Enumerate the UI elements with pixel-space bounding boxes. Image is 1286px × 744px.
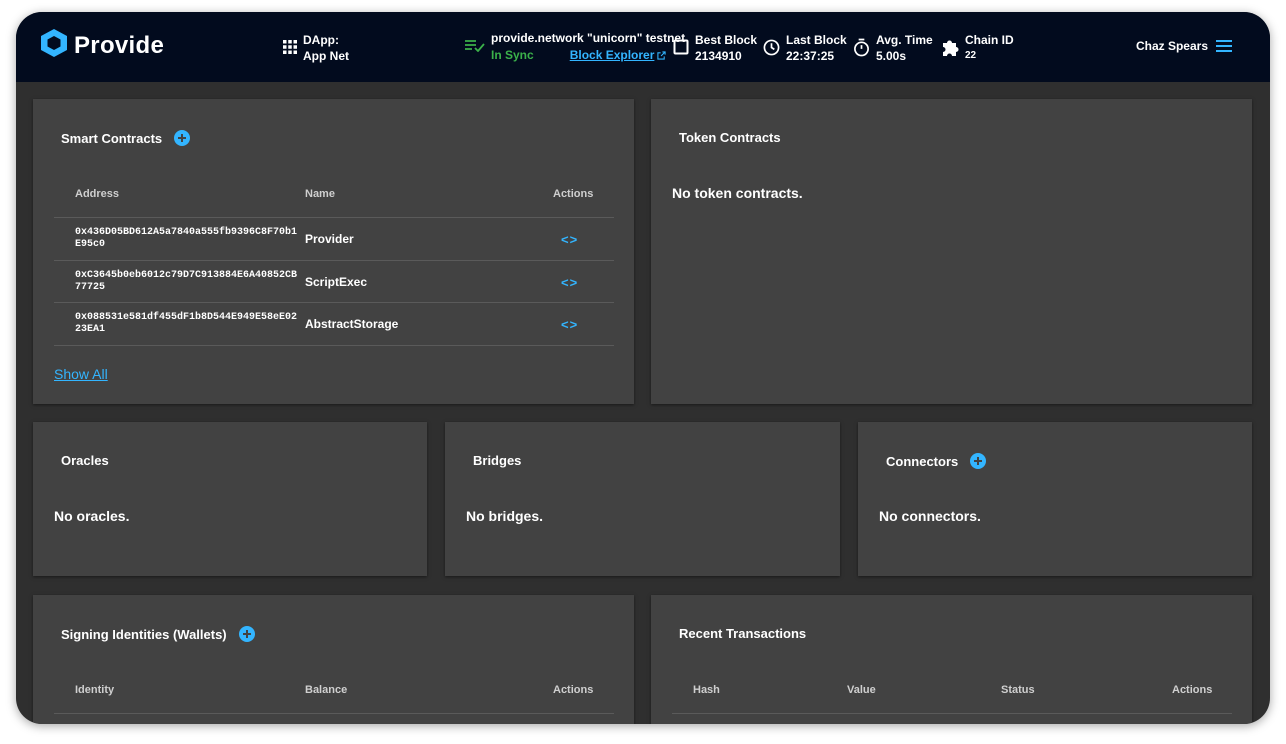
column-header-balance: Balance [305,684,348,696]
bridges-header: Bridges [473,453,521,468]
top-navigation-bar: Provide DApp: App Net provide.network "u… [16,12,1270,82]
oracles-panel: Oracles No oracles. [33,422,427,576]
contract-name: ScriptExec [305,275,368,289]
token-contracts-panel: Token Contracts No token contracts. [651,99,1252,404]
logo-text: Provide [74,31,165,59]
divider [672,713,1232,714]
add-connector-button[interactable] [970,453,987,469]
block-explorer-link[interactable]: Block Explorer [570,47,655,63]
contract-address: 0x436D05BD612A5a7840a555fb9396C8F70b1E95… [75,227,298,250]
last-block-value: 22:37:25 [786,49,835,63]
contract-address: 0xC3645b0eb6012c79D7C913884E6A40852CB777… [75,270,298,293]
column-header-value: Value [847,684,876,696]
add-wallet-button[interactable] [238,626,255,642]
recent-transactions-title: Recent Transactions [679,626,807,641]
user-menu[interactable]: Chaz Spears [1136,39,1232,53]
code-icon[interactable]: <> [561,317,578,332]
sync-list-icon [465,40,485,56]
connectors-header: Connectors [886,453,987,469]
smart-contracts-panel: Smart Contracts Address Name Actions 0x4… [33,99,634,404]
table-row: 0x088531e581df455dF1b8D544E949E58eE0223E… [54,302,614,346]
add-contract-button[interactable] [174,130,191,146]
recent-transactions-header: Recent Transactions [679,626,806,641]
signing-identities-header: Signing Identities (Wallets) [61,626,255,642]
empty-message: No bridges. [466,508,544,524]
avg-time-label: Avg. Time [876,33,933,47]
column-header-status: Status [1001,684,1035,696]
last-block: Last Block 22:37:25 [763,32,847,64]
chain-id: Chain ID 22 [941,32,1014,64]
code-icon[interactable]: <> [561,232,578,247]
connectors-title: Connectors [886,453,959,469]
menu-icon[interactable] [1216,40,1232,52]
stopwatch-icon [853,38,870,61]
oracles-title: Oracles [61,453,109,468]
oracles-header: Oracles [61,453,109,468]
table-row: 0xC3645b0eb6012c79D7C913884E6A40852CB777… [54,260,614,303]
dapp-value: App Net [303,49,349,63]
column-header-hash: Hash [693,684,720,696]
avg-time-value: 5.00s [876,49,907,63]
column-header-actions: Actions [553,188,594,200]
network-name: provide.network "unicorn" testnet [491,31,686,45]
empty-message: No token contracts. [672,185,803,201]
block-square-icon [673,39,689,59]
chain-id-value: 22 [965,50,977,61]
best-block-label: Best Block [695,33,758,47]
bridges-panel: Bridges No bridges. [445,422,840,576]
dapp-selector[interactable]: DApp: App Net [283,32,349,64]
network-status: provide.network "unicorn" testnet In Syn… [465,30,685,64]
column-header-actions: Actions [553,684,594,696]
smart-contracts-title: Smart Contracts [61,130,163,146]
smart-contracts-header: Smart Contracts [61,130,191,146]
empty-message: No oracles. [54,508,130,524]
dapp-label: DApp: [303,33,339,47]
show-all-link[interactable]: Show All [54,366,108,382]
table-row: 0x436D05BD612A5a7840a555fb9396C8F70b1E95… [54,217,614,260]
column-header-name: Name [305,188,335,200]
column-header-actions: Actions [1172,684,1213,696]
clock-icon [763,39,780,60]
best-block: Best Block 2134910 [673,32,757,64]
contract-address: 0x088531e581df455dF1b8D544E949E58eE0223E… [75,312,298,335]
bridges-title: Bridges [473,453,522,468]
sync-status: In Sync [491,48,534,62]
contract-name: AbstractStorage [305,317,399,331]
connectors-panel: Connectors No connectors. [858,422,1252,576]
empty-message: No connectors. [879,508,981,524]
column-header-identity: Identity [75,684,115,696]
signing-identities-title: Signing Identities (Wallets) [61,626,227,642]
apps-grid-icon [283,40,297,58]
provide-logo-icon [40,28,68,63]
column-header-address: Address [75,188,120,200]
external-link-icon [657,48,667,64]
recent-transactions-panel: Recent Transactions Hash Value Status Ac… [651,595,1252,724]
best-block-value: 2134910 [695,49,742,63]
code-icon[interactable]: <> [561,275,578,290]
chain-id-label: Chain ID [965,33,1014,47]
user-name: Chaz Spears [1135,39,1208,53]
avg-time: Avg. Time 5.00s [853,32,933,64]
signing-identities-panel: Signing Identities (Wallets) Identity Ba… [33,595,634,724]
contract-name: Provider [305,232,354,246]
app-window: Provide DApp: App Net provide.network "u… [16,12,1270,724]
puzzle-icon [941,38,959,60]
logo[interactable]: Provide [40,28,164,63]
token-contracts-header: Token Contracts [679,130,781,145]
divider [54,713,614,714]
last-block-label: Last Block [786,33,847,47]
token-contracts-title: Token Contracts [679,130,781,145]
